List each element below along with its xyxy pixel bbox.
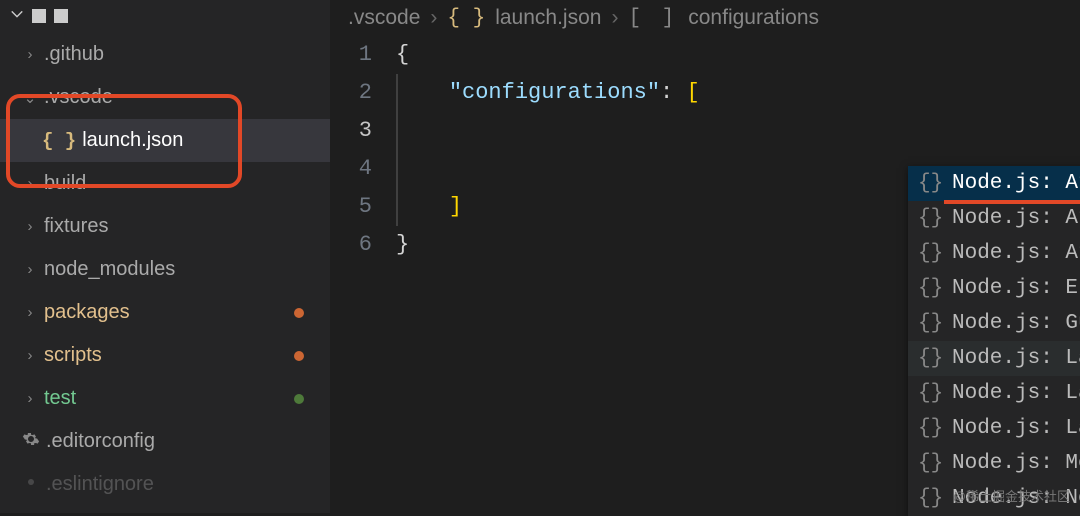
folder-packages[interactable]: › packages	[0, 291, 330, 334]
braces-icon: {}	[918, 277, 942, 300]
watermark: @稀土掘金技术社区	[953, 486, 1070, 505]
braces-icon: {}	[918, 452, 942, 475]
tree-label: scripts	[44, 344, 102, 367]
code-token: [	[686, 80, 699, 105]
braces-icon: {}	[918, 242, 942, 265]
explorer-sidebar: › .github ⌄ .vscode { } launch.json › bu…	[0, 0, 330, 513]
file-launch-json[interactable]: { } launch.json	[0, 119, 330, 162]
braces-icon: {}	[918, 382, 942, 405]
autocomplete-popup: {} Node.js: Attach {} Node.js: Attach to…	[908, 166, 1080, 516]
chevron-right-icon: ›	[22, 261, 38, 278]
autocomplete-label: Node.js: Attach to Process	[952, 207, 1080, 230]
code-line	[396, 112, 1080, 150]
line-number: 1	[330, 36, 372, 74]
chevron-right-icon: ›	[22, 390, 38, 407]
autocomplete-item[interactable]: {} Node.js: Electron Main	[908, 271, 1080, 306]
tree-label: .editorconfig	[46, 430, 155, 453]
tree-label: launch.json	[82, 129, 183, 152]
braces-icon: { }	[447, 7, 485, 30]
breadcrumb-segment[interactable]: .vscode	[348, 6, 420, 30]
breadcrumb-segment[interactable]: configurations	[688, 6, 819, 30]
code-token: {	[396, 42, 409, 67]
autocomplete-item[interactable]: {} Node.js: Attach	[908, 166, 1080, 201]
line-number: 6	[330, 226, 372, 264]
autocomplete-item[interactable]: {} Node.js: Mocha Tests	[908, 446, 1080, 481]
braces-icon: {}	[918, 312, 942, 335]
chevron-right-icon: ›	[611, 6, 618, 30]
folder-github[interactable]: › .github	[0, 33, 330, 76]
autocomplete-item[interactable]: {} Node.js: Launch Program	[908, 341, 1080, 376]
tree-label: packages	[44, 301, 130, 324]
file-editorconfig[interactable]: .editorconfig	[0, 420, 330, 463]
folder-build[interactable]: › build	[0, 162, 330, 205]
braces-icon: {}	[918, 417, 942, 440]
folder-vscode[interactable]: ⌄ .vscode	[0, 76, 330, 119]
braces-icon: {}	[918, 172, 942, 195]
autocomplete-label: Node.js: Launch via NPM	[952, 382, 1080, 405]
modified-dot-icon	[294, 351, 304, 361]
autocomplete-item[interactable]: {} Node.js: Attach to Remote Progra	[908, 236, 1080, 271]
braces-icon: {}	[918, 347, 942, 370]
line-number: 3	[330, 112, 372, 150]
chevron-right-icon: ›	[430, 6, 437, 30]
chevron-right-icon: ›	[22, 218, 38, 235]
chevron-right-icon: ›	[22, 46, 38, 63]
braces-icon: { }	[42, 130, 76, 152]
autocomplete-item[interactable]: {} Node.js: Launch via NPM	[908, 376, 1080, 411]
tree-label: .vscode	[44, 86, 113, 109]
chevron-right-icon: ›	[22, 175, 38, 192]
braces-icon: {}	[918, 207, 942, 230]
folder-scripts[interactable]: › scripts	[0, 334, 330, 377]
autocomplete-label: Node.js: Attach to Remote Progra	[952, 242, 1080, 265]
autocomplete-item[interactable]: {} Node.js: Attach to Process	[908, 201, 1080, 236]
tree-label: build	[44, 172, 86, 195]
untracked-dot-icon	[294, 394, 304, 404]
autocomplete-label: Node.js: Attach	[952, 172, 1080, 195]
annotation-underline	[944, 200, 1080, 204]
line-gutter: 1 2 3 4 5 6	[330, 36, 396, 513]
line-number: 5	[330, 188, 372, 226]
folder-test[interactable]: › test	[0, 377, 330, 420]
tree-label: .github	[44, 43, 104, 66]
code-token: :	[660, 80, 686, 105]
file-eslintignore[interactable]: .eslintignore	[0, 463, 330, 506]
square-icon	[54, 9, 68, 23]
autocomplete-label: Node.js: Electron Main	[952, 277, 1080, 300]
autocomplete-item[interactable]: {} Node.js: Gulp task	[908, 306, 1080, 341]
line-number: 4	[330, 150, 372, 188]
tree-label: fixtures	[44, 215, 108, 238]
autocomplete-label: Node.js: Gulp task	[952, 312, 1080, 335]
folder-node-modules[interactable]: › node_modules	[0, 248, 330, 291]
gear-icon	[22, 430, 40, 453]
chevron-down-icon: ⌄	[22, 89, 38, 107]
gear-icon	[22, 473, 40, 496]
tree-label: node_modules	[44, 258, 175, 281]
tree-label: test	[44, 387, 76, 410]
file-tree: › .github ⌄ .vscode { } launch.json › bu…	[0, 31, 330, 506]
indent-guide	[396, 74, 398, 226]
code-token: }	[396, 232, 409, 257]
square-icon	[32, 9, 46, 23]
modified-dot-icon	[294, 308, 304, 318]
tree-label: .eslintignore	[46, 473, 154, 496]
sidebar-header[interactable]	[0, 0, 330, 31]
brackets-icon: [ ]	[628, 7, 678, 30]
code-token: "configurations"	[449, 80, 660, 105]
chevron-right-icon: ›	[22, 304, 38, 321]
autocomplete-label: Node.js: Launch via npm	[952, 417, 1080, 440]
chevron-down-icon	[10, 4, 24, 27]
breadcrumb[interactable]: .vscode › { } launch.json › [ ] configur…	[330, 0, 1080, 36]
braces-icon: {}	[918, 487, 942, 510]
line-number: 2	[330, 74, 372, 112]
autocomplete-label: Node.js: Launch Program	[952, 347, 1080, 370]
breadcrumb-segment[interactable]: launch.json	[495, 6, 601, 30]
autocomplete-label: Node.js: Mocha Tests	[952, 452, 1080, 475]
autocomplete-item[interactable]: {} Node.js: Launch via npm	[908, 411, 1080, 446]
code-token: ]	[449, 194, 462, 219]
folder-fixtures[interactable]: › fixtures	[0, 205, 330, 248]
chevron-right-icon: ›	[22, 347, 38, 364]
editor-pane: .vscode › { } launch.json › [ ] configur…	[330, 0, 1080, 513]
